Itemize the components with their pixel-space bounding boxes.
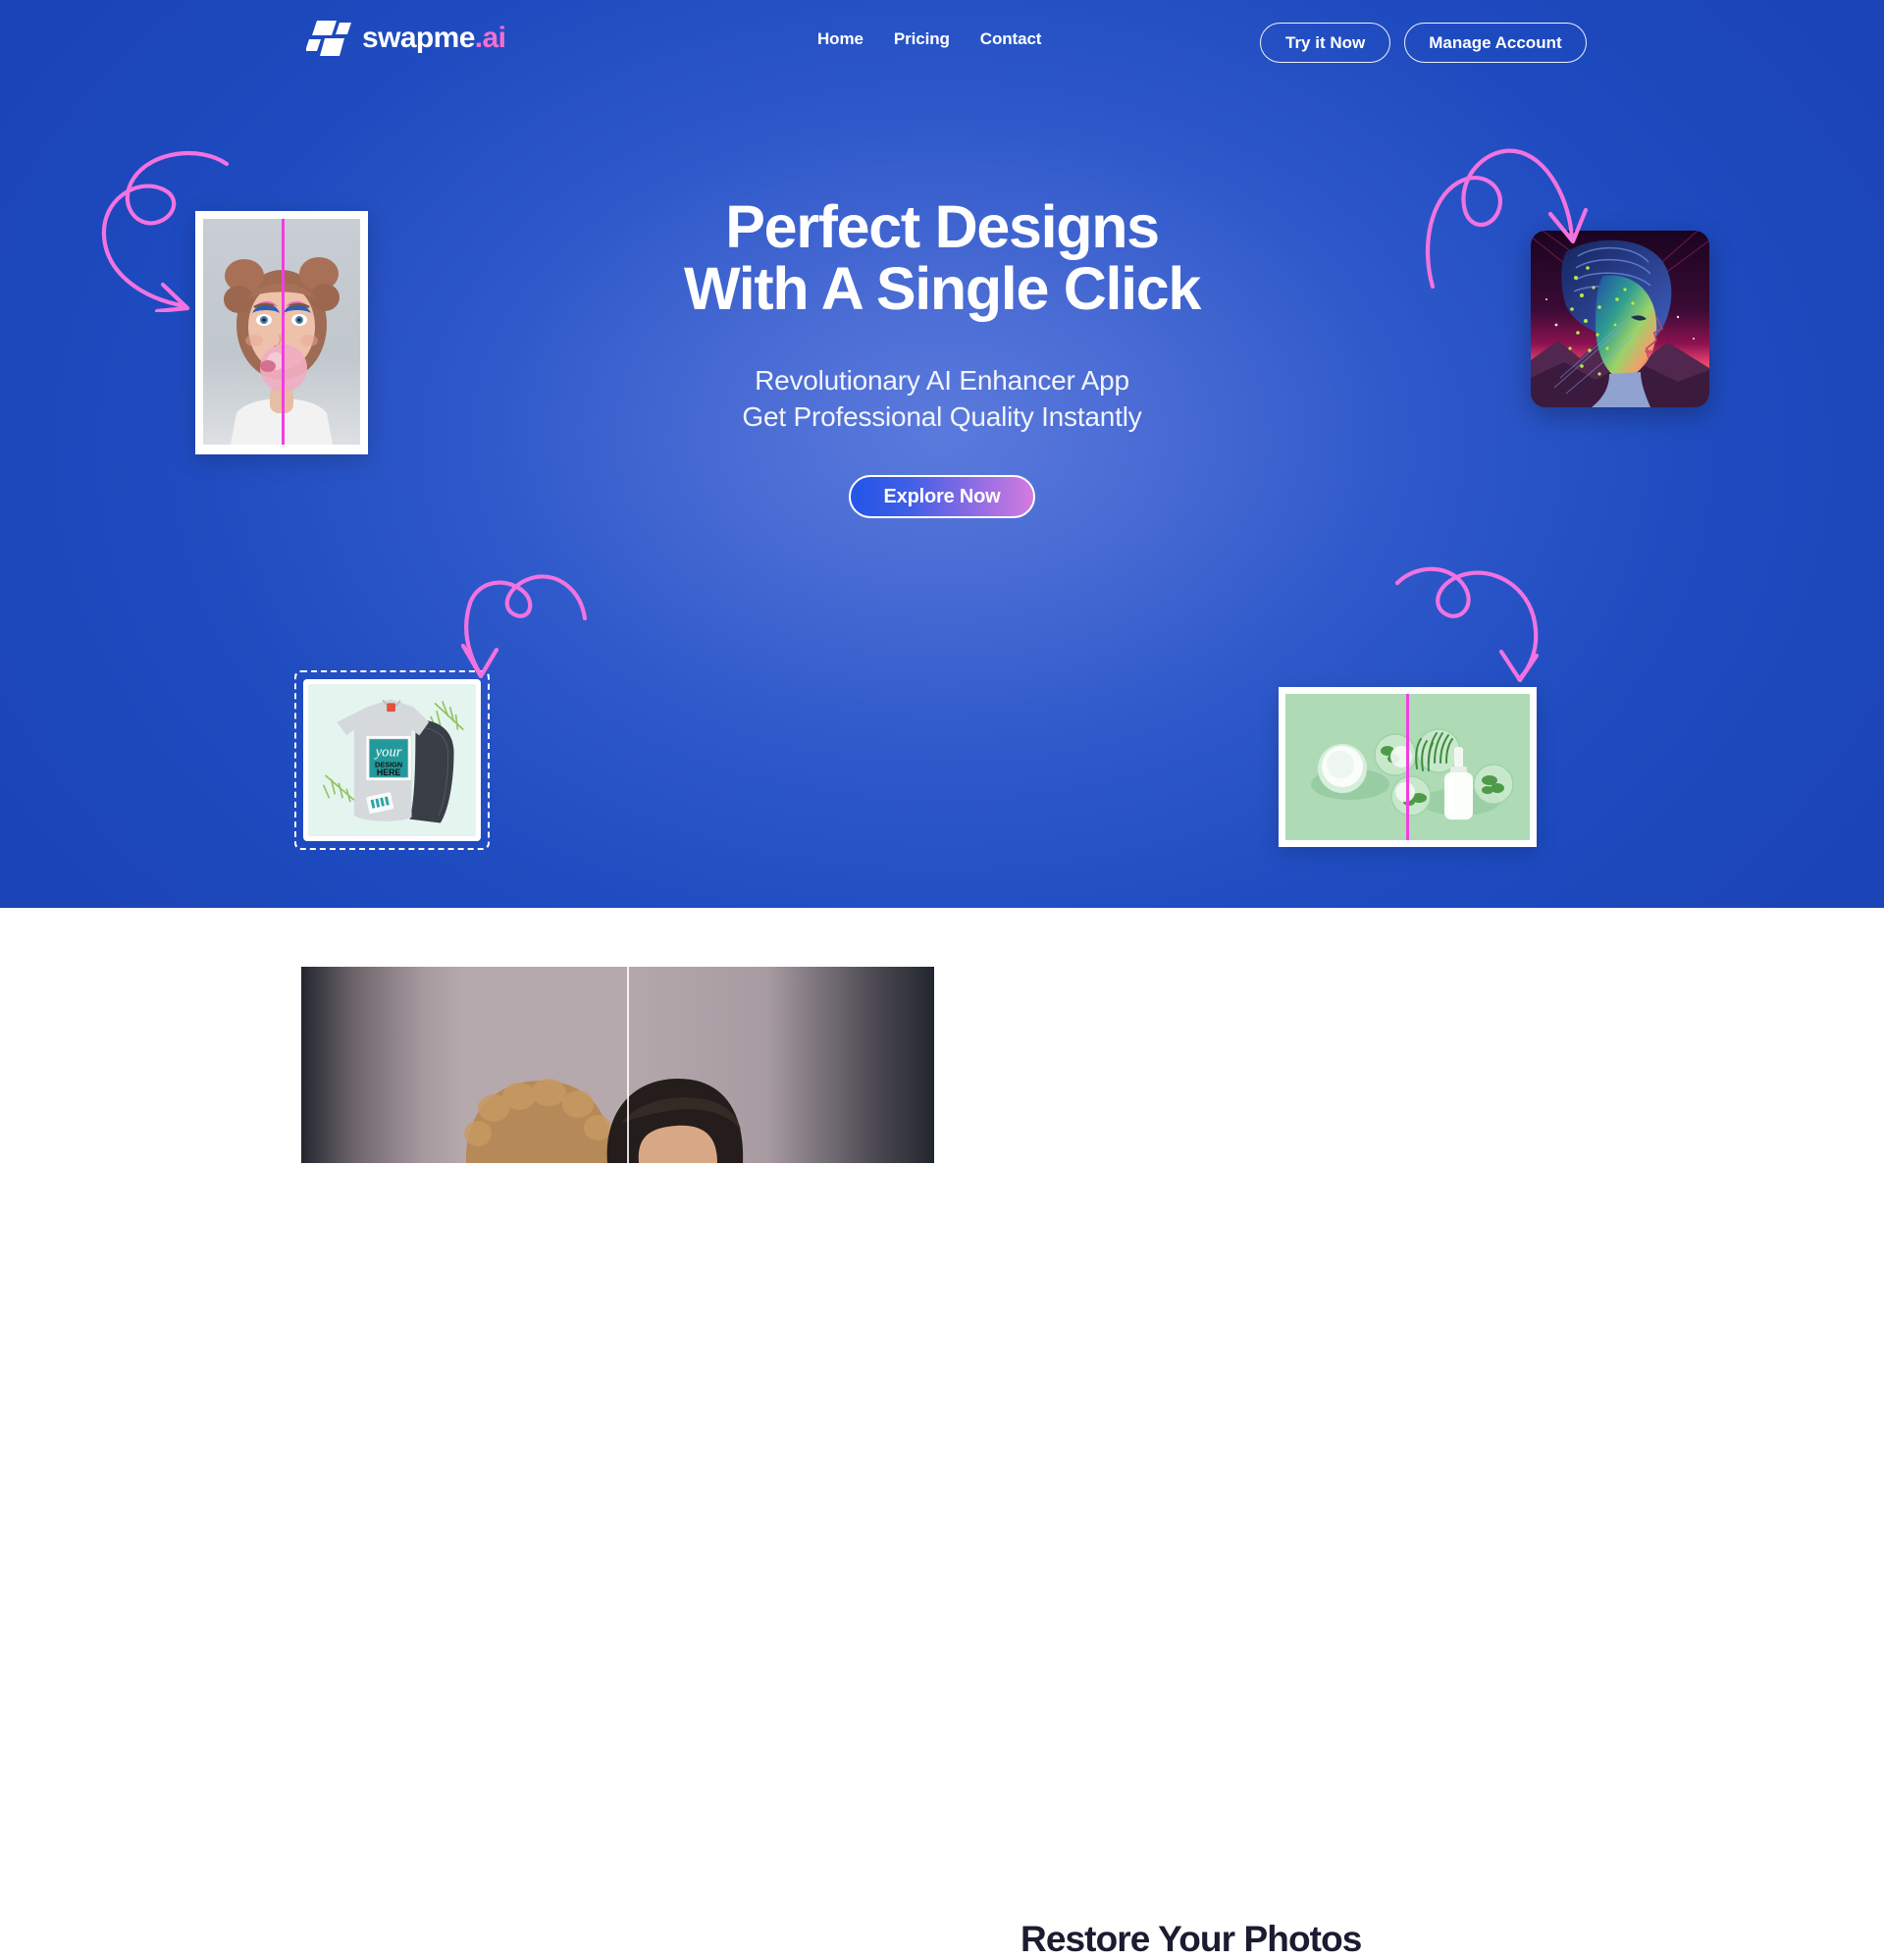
swapme-parallelogram-logo-icon bbox=[306, 21, 351, 56]
top-navigation-bar: swapme.ai Home Pricing Contact Try it No… bbox=[0, 0, 1884, 86]
tshirt-print-line1: your bbox=[374, 745, 402, 761]
tshirt-illustration: your DESIGN HERE bbox=[308, 684, 476, 836]
hero-heading-line-2: With A Single Click bbox=[683, 254, 1201, 322]
tshirt-card-inner: your DESIGN HERE bbox=[303, 679, 481, 841]
nav-link-home[interactable]: Home bbox=[817, 29, 864, 49]
tshirt-image: your DESIGN HERE bbox=[308, 684, 476, 836]
hero-heading-line-1: Perfect Designs bbox=[725, 193, 1160, 260]
cosmetics-image bbox=[1285, 694, 1530, 840]
curly-arrow-bottom-right bbox=[1394, 566, 1540, 683]
brand-logo[interactable]: swapme.ai bbox=[306, 17, 506, 60]
nav-link-contact[interactable]: Contact bbox=[980, 29, 1042, 49]
hero-subheading: Revolutionary AI Enhancer App Get Profes… bbox=[0, 363, 1884, 436]
tshirt-mockup-card[interactable]: your DESIGN HERE bbox=[294, 670, 490, 850]
curly-arrow-bottom-left bbox=[460, 574, 588, 678]
cosmetics-flatlay-card[interactable] bbox=[1279, 687, 1537, 847]
tshirt-print-line3: HERE bbox=[377, 768, 401, 777]
nav-action-buttons: Try it Now Manage Account bbox=[1260, 23, 1587, 63]
nav-links: Home Pricing Contact bbox=[817, 29, 1041, 49]
hero-sub-line-1: Revolutionary AI Enhancer App bbox=[755, 364, 1129, 396]
hero-sub-line-2: Get Professional Quality Instantly bbox=[742, 400, 1142, 432]
hero-section: swapme.ai Home Pricing Contact Try it No… bbox=[0, 0, 1884, 908]
page-title: Perfect Designs With A Single Click bbox=[0, 196, 1884, 320]
brand-name: swapme.ai bbox=[362, 22, 506, 54]
couple-photo-illustration bbox=[301, 967, 934, 1163]
cta-container: Explore Now bbox=[0, 474, 1884, 518]
restore-photos-section: Restore Your Photos bbox=[0, 908, 1884, 1959]
nav-link-pricing[interactable]: Pricing bbox=[894, 29, 950, 49]
section-title-restore-photos: Restore Your Photos bbox=[1020, 1919, 1362, 1959]
manage-account-button[interactable]: Manage Account bbox=[1404, 23, 1587, 63]
cosmetics-illustration bbox=[1285, 694, 1530, 840]
restored-couple-photo[interactable] bbox=[301, 967, 934, 1163]
brand-suffix: .ai bbox=[474, 22, 506, 54]
try-it-now-button[interactable]: Try it Now bbox=[1260, 23, 1391, 63]
brand-name-text: swapme bbox=[362, 22, 475, 54]
explore-now-button[interactable]: Explore Now bbox=[848, 474, 1036, 518]
